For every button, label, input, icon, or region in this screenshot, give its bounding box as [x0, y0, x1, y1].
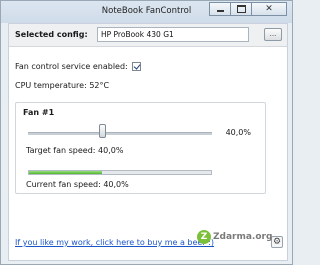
- config-label: Selected config:: [15, 30, 88, 39]
- config-bar: Selected config: ...: [9, 24, 287, 47]
- client-area: Selected config: ... Fan control service…: [8, 23, 288, 261]
- fan-title: Fan #1: [23, 108, 55, 117]
- maximize-button[interactable]: [230, 2, 252, 16]
- minimize-button[interactable]: [209, 2, 231, 16]
- fan-group: Fan #1 40,0% Target fan speed: 40,0% Cur…: [15, 102, 266, 194]
- watermark: Z Zdarma.org: [197, 230, 272, 244]
- gear-icon: ⚙: [272, 237, 282, 247]
- fan-speed-slider[interactable]: [28, 132, 212, 135]
- slider-thumb[interactable]: [98, 124, 106, 138]
- current-speed-progress: [28, 170, 212, 175]
- window-controls: ✕: [209, 2, 287, 16]
- cpu-temperature: CPU temperature: 52°C: [15, 81, 110, 90]
- slider-value: 40,0%: [225, 128, 251, 137]
- maximize-icon: [236, 5, 246, 13]
- service-enabled-checkbox[interactable]: [131, 62, 141, 71]
- service-row: Fan control service enabled:: [15, 62, 141, 71]
- service-label: Fan control service enabled:: [15, 62, 128, 71]
- minimize-icon: [216, 10, 224, 12]
- watermark-logo: Z: [197, 230, 211, 244]
- target-fan-speed: Target fan speed: 40,0%: [26, 146, 124, 155]
- settings-button[interactable]: ⚙: [271, 236, 283, 248]
- browse-config-button[interactable]: ...: [264, 28, 282, 41]
- app-window: NoteBook FanControl ✕ Selected config: .…: [0, 0, 293, 265]
- close-icon: ✕: [265, 3, 273, 14]
- donate-link[interactable]: If you like my work, click here to buy m…: [15, 238, 214, 247]
- current-fan-speed: Current fan speed: 40,0%: [26, 180, 129, 189]
- progress-fill: [29, 171, 102, 174]
- close-button[interactable]: ✕: [251, 2, 287, 16]
- watermark-text: Zdarma.org: [213, 232, 273, 242]
- config-field[interactable]: [97, 27, 249, 42]
